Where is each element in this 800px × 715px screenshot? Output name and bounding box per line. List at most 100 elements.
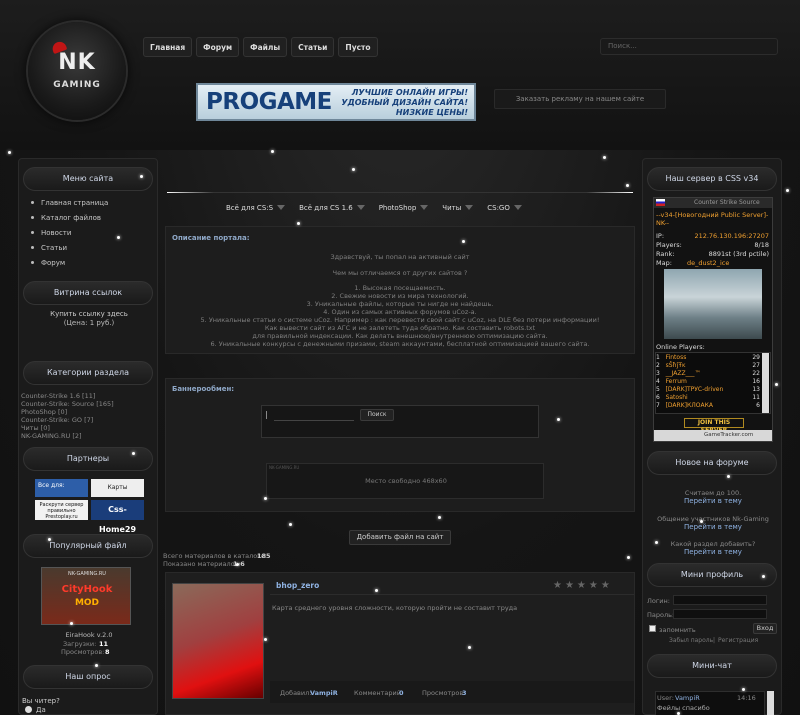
login-button[interactable]: Вход	[753, 623, 777, 634]
forum-topic: Считаем до 100.	[684, 489, 742, 497]
server-game: Counter Strike Source	[694, 199, 760, 206]
nav-empty[interactable]: Пусто	[338, 37, 378, 57]
snowflake	[236, 563, 239, 566]
tracker-link[interactable]: GameTracker.com	[704, 432, 753, 438]
player-row: 1 Fintoss	[656, 354, 687, 361]
subnav-cs16[interactable]: Всё для CS 1.6	[299, 204, 365, 212]
player-score: 6	[756, 402, 760, 409]
menu-item-catalog[interactable]: Каталог файлов	[31, 214, 101, 222]
server-map: de_dust2_ice	[687, 259, 730, 267]
category-link[interactable]: NK-GAMING.RU [2]	[21, 432, 82, 440]
snowflake	[727, 475, 730, 478]
divider	[270, 594, 634, 595]
popular-file-name[interactable]: EiraHook v.2.0	[19, 631, 159, 639]
join-server-button[interactable]: JOIN THIS SERVER	[684, 418, 744, 434]
divider	[167, 192, 633, 193]
downloads-label: Загрузки:	[63, 640, 97, 648]
snowflake	[264, 497, 267, 500]
file-thumbnail[interactable]	[172, 583, 264, 699]
subnav-css[interactable]: Всё для CS:S	[226, 204, 286, 212]
poll-question: Вы читер?	[22, 697, 60, 705]
buy-link[interactable]: Купить ссылку здесь	[19, 310, 159, 318]
poll-radio[interactable]	[25, 706, 32, 713]
snowflake	[48, 538, 51, 541]
snowflake	[271, 150, 274, 153]
player-row: 3 __JAZZ___™	[656, 370, 701, 377]
category-link[interactable]: Counter-Strike: GO [7]	[21, 416, 93, 424]
category-link[interactable]: PhotoShop [0]	[21, 408, 67, 416]
added-by[interactable]: VampiR	[310, 689, 338, 697]
snowflake	[462, 240, 465, 243]
site-logo[interactable]: NK GAMING	[28, 22, 126, 120]
desc-line: 6. Уникальные конкурсы с денежными приза…	[210, 340, 590, 348]
nav-home[interactable]: Главная	[143, 37, 193, 57]
text-cursor	[266, 411, 267, 419]
progame-banner[interactable]: PROGAME ЛУЧШИЕ ОНЛАЙН ИГРЫ! УДОБНЫЙ ДИЗА…	[196, 83, 476, 121]
banner-title: PROGAME	[206, 89, 332, 115]
partner-banner[interactable]: Раскрути сервер правильно Prestoplay.ru	[35, 500, 88, 520]
banner-exchange-panel: Баннерообмен: Поиск NK-GAMING.RU Место с…	[165, 378, 635, 512]
chat-message: Фейлы спасибо	[657, 704, 710, 712]
file-title[interactable]: bhop_zero	[276, 581, 319, 590]
sub-navigation: Всё для CS:S Всё для CS 1.6 PhotoShop Чи…	[226, 204, 522, 212]
banner-search-box: Поиск	[261, 405, 539, 438]
snowflake	[117, 236, 120, 239]
forum-topic-link[interactable]: Перейти в тему	[643, 523, 783, 531]
forum-topic-link[interactable]: Перейти в тему	[643, 548, 783, 556]
menu-item-home[interactable]: Главная страница	[30, 199, 108, 207]
password-input[interactable]	[673, 609, 767, 619]
snowflake	[700, 520, 703, 523]
logo-text: NK	[58, 50, 96, 75]
banner-free-text: Место свободно 468x60	[365, 477, 447, 485]
player-score: 22	[752, 370, 760, 377]
popular-file-image[interactable]: NK-GAMING.RU CityHook MOD	[41, 567, 131, 625]
category-link[interactable]: Counter-Strike: Source [165]	[21, 400, 114, 408]
server-widget: Counter Strike Source --v34-[Новогодний …	[653, 197, 773, 442]
player-score: 27	[752, 362, 760, 369]
remember-checkbox[interactable]	[649, 625, 656, 632]
banner-search-button[interactable]: Поиск	[360, 409, 394, 421]
map-label: Map:	[656, 259, 672, 267]
banner-exchange-title: Баннерообмен:	[172, 385, 235, 393]
image-watermark: NK-GAMING.RU	[68, 571, 106, 577]
partner-banner[interactable]: Css-Home29	[91, 500, 144, 534]
top-navigation: Главная Форум Файлы Статьи Пусто	[143, 37, 378, 57]
register-link[interactable]: Регистрация	[718, 637, 758, 644]
rating-stars[interactable]: ★★★★★	[553, 580, 613, 591]
subnav-csgo[interactable]: CS:GO	[487, 204, 522, 212]
nav-files[interactable]: Файлы	[243, 37, 288, 57]
nav-forum[interactable]: Форум	[196, 37, 240, 57]
menu-item-forum[interactable]: Форум	[30, 259, 65, 267]
poll-option: Да	[36, 706, 46, 714]
subnav-photoshop[interactable]: PhotoShop	[379, 204, 429, 212]
banner-slot[interactable]: NK-GAMING.RU Место свободно 468x60	[266, 463, 544, 499]
total-materials-label: Всего материалов в каталоге:	[163, 552, 267, 560]
partner-banner[interactable]: Все для:	[35, 479, 88, 497]
player-list-scrollbar[interactable]	[762, 353, 769, 413]
subnav-cheats[interactable]: Читы	[442, 204, 474, 212]
player-score: 11	[752, 394, 760, 401]
snowflake	[95, 664, 98, 667]
snowflake	[375, 589, 378, 592]
category-link[interactable]: Читы [0]	[21, 424, 50, 432]
banner-search-input[interactable]	[274, 409, 354, 421]
snowflake	[775, 383, 778, 386]
forgot-password-link[interactable]: Забыл пароль	[669, 637, 713, 644]
map-preview-image	[664, 269, 762, 339]
chat-user[interactable]: VampiR	[675, 694, 700, 702]
add-file-button[interactable]: Добавить файл на сайт	[349, 530, 451, 545]
login-input[interactable]	[673, 595, 767, 605]
category-link[interactable]: Counter-Strike 1.6 [11]	[21, 392, 95, 400]
nav-articles[interactable]: Статьи	[291, 37, 335, 57]
ad-order-link[interactable]: Заказать рекламу на нашем сайте	[494, 89, 666, 109]
menu-item-news[interactable]: Новости	[30, 229, 71, 237]
chat-scrollbar[interactable]	[767, 691, 774, 715]
login-label: Логин:	[647, 597, 670, 605]
search-input[interactable]: Поиск...	[600, 38, 778, 55]
partner-banner[interactable]: Карты	[91, 479, 144, 497]
menu-item-articles[interactable]: Статьи	[30, 244, 67, 252]
server-ip[interactable]: 212.76.130.196:27207	[694, 232, 769, 240]
server-name: --v34-[Новогодний Public Server]-NK--	[656, 211, 769, 227]
snowflake	[70, 622, 73, 625]
forum-topic-link[interactable]: Перейти в тему	[643, 497, 783, 505]
